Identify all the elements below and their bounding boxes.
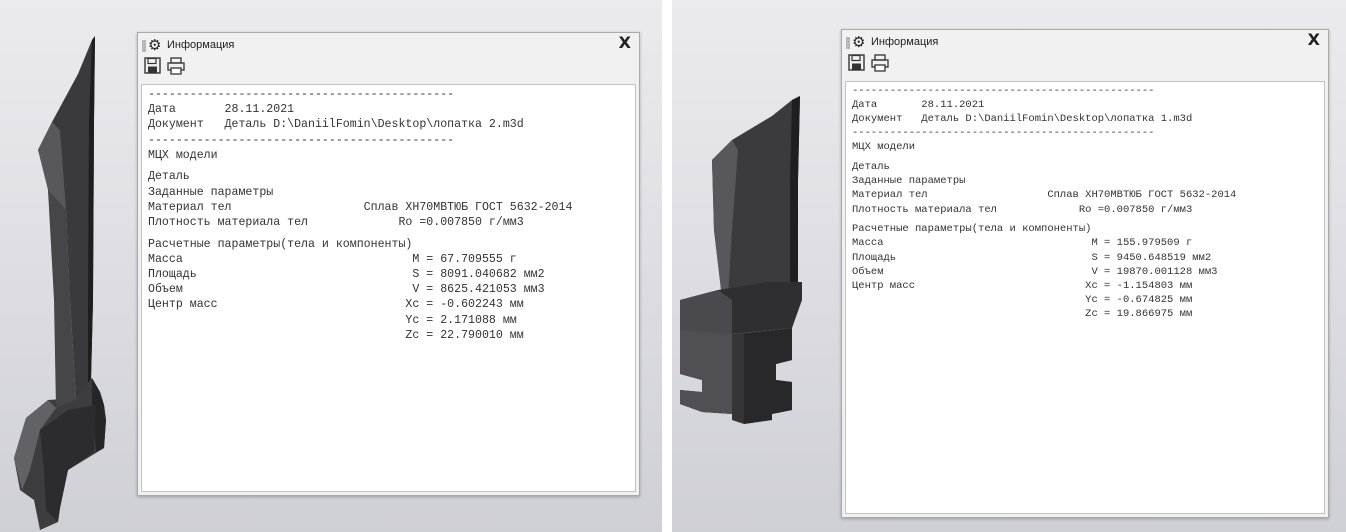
report-line: Материал тел Сплав ХН70МВТЮБ ГОСТ 5632-2… (852, 189, 1237, 202)
report-line: Расчетные параметры(тела и компоненты) (148, 237, 413, 251)
report-line: Документ Деталь D:\DaniilFomin\Desktop\л… (852, 113, 1193, 126)
report-line: Дата 28.11.2021 (852, 99, 985, 112)
report-line: Площадь S = 9450.648519 мм2 (852, 251, 1212, 264)
turbine-blade-model[interactable] (0, 0, 140, 532)
report-line: МЦХ модели (148, 148, 218, 162)
report-text: ----------------------------------------… (846, 82, 1324, 323)
report-line: Площадь S = 8091.040682 мм2 (148, 267, 545, 281)
save-icon[interactable] (847, 53, 867, 73)
toolbar (842, 53, 1328, 79)
report-line: Дата 28.11.2021 (148, 103, 295, 117)
report-line: Масса M = 67.709555 г (148, 252, 517, 266)
cad-viewport-left[interactable]: ⚙ Информация X -------------------------… (0, 0, 662, 532)
report-panel[interactable]: ----------------------------------------… (141, 84, 636, 492)
report-line: Масса M = 155.979509 г (852, 237, 1193, 250)
window-title: Информация (871, 36, 939, 48)
report-line: Центр масс Xc = -1.154803 мм (852, 279, 1193, 292)
print-icon[interactable] (870, 53, 890, 73)
info-window: ⚙ Информация X -------------------------… (841, 29, 1329, 518)
report-line: Деталь (852, 161, 890, 174)
report-line: Zc = 19.866975 мм (852, 307, 1193, 320)
gear-icon: ⚙ (148, 36, 162, 54)
info-window: ⚙ Информация X -------------------------… (137, 32, 640, 496)
gear-icon: ⚙ (852, 33, 866, 51)
window-title: Информация (167, 39, 235, 51)
drag-grip-icon[interactable] (142, 40, 146, 52)
toolbar (138, 56, 639, 82)
report-line: Деталь (148, 170, 190, 184)
report-line: Объем V = 8625.421053 мм3 (148, 283, 545, 297)
print-icon[interactable] (166, 56, 186, 76)
report-line: Zc = 22.790010 мм (148, 328, 524, 342)
report-line: Центр масс Xc = -0.602243 мм (148, 298, 524, 312)
report-text: ----------------------------------------… (142, 85, 635, 345)
divider-line: ----------------------------------------… (148, 133, 455, 147)
drag-grip-icon[interactable] (846, 37, 850, 49)
turbine-blade-model[interactable] (672, 0, 822, 532)
save-icon[interactable] (143, 56, 163, 76)
report-line: Объем V = 19870.001128 мм3 (852, 265, 1218, 278)
report-line: Заданные параметры (148, 185, 274, 199)
report-line: МЦХ модели (852, 141, 916, 154)
divider-line: ----------------------------------------… (852, 85, 1155, 97)
close-button[interactable]: X (1308, 30, 1320, 49)
cad-viewport-right[interactable]: ⚙ Информация X -------------------------… (672, 0, 1346, 532)
report-line: Плотность материала тел Ro =0.007850 г/м… (852, 203, 1193, 216)
report-line: Плотность материала тел Ro =0.007850 г/м… (148, 216, 524, 229)
report-line: Документ Деталь D:\DaniilFomin\Desktop\л… (148, 118, 524, 132)
report-line: Расчетные параметры(тела и компоненты) (852, 223, 1092, 236)
close-button[interactable]: X (619, 33, 631, 52)
report-line: Заданные параметры (852, 175, 966, 188)
report-panel[interactable]: ----------------------------------------… (845, 81, 1325, 514)
report-line: Yc = -0.674825 мм (852, 293, 1193, 306)
report-line: Yc = 2.171088 мм (148, 313, 517, 327)
report-line: Материал тел Сплав ХН70МВТЮБ ГОСТ 5632-2… (148, 200, 573, 214)
divider-line: ----------------------------------------… (148, 88, 455, 101)
divider-line: ----------------------------------------… (852, 127, 1155, 140)
